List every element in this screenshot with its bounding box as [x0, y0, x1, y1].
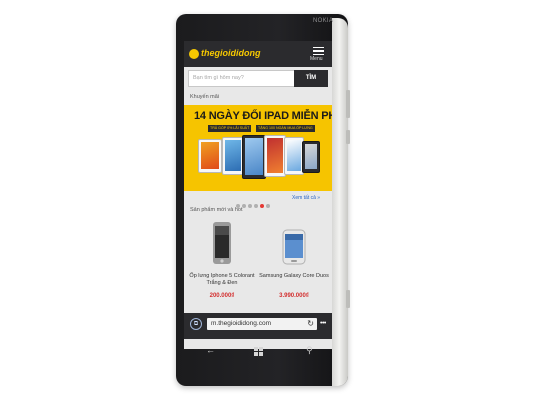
carousel-dots	[236, 195, 272, 208]
carousel-dot[interactable]	[266, 204, 270, 208]
product-price: 200.000₫	[209, 293, 235, 299]
phone-screen: thegioididong Menu Bạn tìm gì hôm nay? T…	[184, 41, 332, 349]
search-icon[interactable]: ⚲	[306, 345, 313, 356]
product-card[interactable]: Samsung Galaxy Core Duos 3.990.000₫	[258, 219, 330, 309]
refresh-icon[interactable]: ↻	[307, 319, 314, 328]
carousel-dot[interactable]	[254, 204, 258, 208]
promo-subtitle-2: TẶNG 100 NGÀN MUA ỐP LƯNG	[256, 125, 315, 132]
site-logo[interactable]: thegioididong	[201, 48, 260, 58]
products-section-title: Sản phẩm mới và hot	[190, 207, 243, 213]
samsung-phone-image	[282, 229, 306, 265]
product-price: 3.990.000₫	[279, 293, 309, 299]
promo-section-title: Khuyến mãi	[190, 94, 220, 100]
promo-subtitle-1: TRẢ GÓP 0% LÃI SUẤT	[208, 125, 252, 132]
brand-label: NOKIA	[313, 18, 334, 24]
power-button	[346, 130, 350, 144]
carousel-dot[interactable]	[248, 204, 252, 208]
see-all-link[interactable]: Xem tất cả »	[292, 195, 320, 201]
browser-address-bar: ⧉ m.thegioididong.com ↻ •••	[184, 313, 332, 339]
product-name: Ốp lưng Iphone 5 Colorant Trắng & Đen	[189, 273, 255, 286]
search-input[interactable]: Bạn tìm gì hôm nay?	[193, 75, 244, 81]
search-button[interactable]: TÌM	[294, 70, 328, 87]
phone-side-frame	[332, 18, 348, 386]
tablet-image	[264, 135, 286, 177]
tablet-image	[302, 141, 320, 173]
back-arrow-icon[interactable]: ←	[206, 345, 215, 355]
promo-banner[interactable]: 14 NGÀY ĐỔI IPAD MIỄN PHÍ TRẢ GÓP 0% LÃI…	[184, 105, 332, 191]
url-text[interactable]: m.thegioididong.com	[211, 320, 271, 327]
product-card[interactable]: Ốp lưng Iphone 5 Colorant Trắng & Đen 20…	[186, 219, 258, 309]
tablet-image	[284, 137, 304, 175]
hamburger-menu-icon[interactable]	[313, 47, 324, 56]
tabs-icon[interactable]: ⧉	[190, 318, 202, 330]
iphone-case-image	[213, 222, 231, 264]
logo-icon[interactable]	[189, 49, 199, 59]
phone-nav-bar: ← ⚲	[184, 338, 332, 364]
camera-button	[346, 290, 350, 308]
site-header: thegioididong Menu	[184, 41, 332, 67]
more-icon[interactable]: •••	[320, 320, 326, 327]
photo-stage: NOKIA thegioididong Menu Bạn tìm gì hôm …	[0, 0, 533, 400]
search-bar: Bạn tìm gì hôm nay? TÌM	[188, 70, 328, 87]
tablet-image	[198, 139, 222, 173]
tablet-image	[222, 137, 244, 175]
url-field[interactable]: m.thegioididong.com ↻	[207, 318, 317, 330]
volume-button	[346, 90, 350, 118]
carousel-dot-active[interactable]	[260, 204, 264, 208]
menu-label[interactable]: Menu	[310, 56, 323, 62]
tablet-image	[242, 135, 266, 179]
product-name: Samsung Galaxy Core Duos	[259, 273, 329, 279]
windows-icon[interactable]	[254, 347, 263, 356]
promo-banner-title: 14 NGÀY ĐỔI IPAD MIỄN PHÍ	[194, 110, 332, 122]
